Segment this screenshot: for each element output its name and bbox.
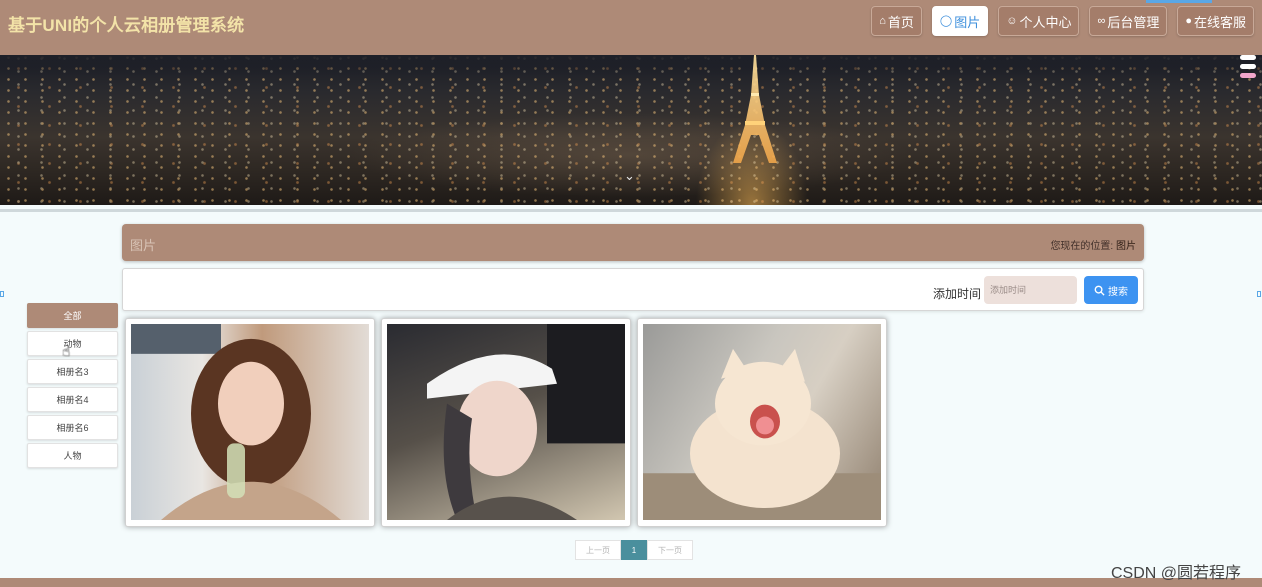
search-label: 添加时间 xyxy=(933,287,982,301)
cat-illustration xyxy=(643,348,881,520)
prev-page-button[interactable]: 上一页 xyxy=(575,540,621,560)
album-sidebar: 全部 动物 相册名3 相册名4 相册名6 人物 xyxy=(27,303,118,468)
section-title: 图片 xyxy=(130,238,157,253)
photo-portrait-image xyxy=(131,324,369,520)
search-icon xyxy=(1094,285,1105,296)
breadcrumb-current[interactable]: 图片 xyxy=(1116,241,1136,252)
nav-home-button[interactable]: ⌂ 首页 xyxy=(871,6,922,36)
carousel-dot-2[interactable] xyxy=(1240,64,1256,69)
section-header: 图片 您现在的位置: 图片 xyxy=(122,224,1144,261)
carousel-dot-1[interactable] xyxy=(1240,55,1256,60)
cap-girl-illustration xyxy=(427,324,625,520)
nav-admin-label: 后台管理 xyxy=(1107,14,1160,30)
pagination: 上一页 1 下一页 xyxy=(575,540,693,560)
hand-cursor-icon: ☝ xyxy=(62,343,71,359)
chevron-down-icon[interactable]: ⌄ xyxy=(624,168,635,184)
sidebar-item-people[interactable]: 人物 xyxy=(27,443,118,468)
right-resize-handle xyxy=(1257,291,1261,297)
sidebar-item-animals[interactable]: 动物 xyxy=(27,331,118,356)
main-nav: ⌂ 首页 ◯ 图片 ☺ 个人中心 ∞ 后台管理 ● 在线客服 xyxy=(871,6,1254,36)
banner-carousel[interactable]: ⌄ xyxy=(0,55,1262,205)
page-1-button[interactable]: 1 xyxy=(621,540,647,560)
sidebar-item-all[interactable]: 全部 xyxy=(27,303,118,328)
search-panel: 添加时间 搜索 xyxy=(122,268,1144,311)
footer-strip xyxy=(0,578,1262,587)
portrait-illustration xyxy=(131,324,341,520)
banner-divider xyxy=(0,209,1262,212)
top-header: 基于UNI的个人云相册管理系统 ⌂ 首页 ◯ 图片 ☺ 个人中心 ∞ 后台管理 … xyxy=(0,0,1262,55)
user-icon: ☺ xyxy=(1006,14,1018,27)
photo-cap-girl-image xyxy=(387,324,625,520)
sidebar-item-album4[interactable]: 相册名4 xyxy=(27,387,118,412)
nav-home-label: 首页 xyxy=(887,14,914,30)
search-button-label: 搜索 xyxy=(1108,286,1128,298)
photo-card[interactable] xyxy=(381,318,631,527)
site-title: 基于UNI的个人云相册管理系统 xyxy=(8,16,245,35)
link-icon: ∞ xyxy=(1097,14,1106,27)
photo-gallery xyxy=(125,318,887,527)
nav-images-button[interactable]: ◯ 图片 xyxy=(931,6,989,36)
next-page-button[interactable]: 下一页 xyxy=(647,540,693,560)
breadcrumb-prefix: 您现在的位置: xyxy=(1050,241,1114,252)
sidebar-item-album6[interactable]: 相册名6 xyxy=(27,415,118,440)
nav-images-label: 图片 xyxy=(954,14,981,30)
banner-sky xyxy=(0,55,1262,77)
nav-profile-button[interactable]: ☺ 个人中心 xyxy=(998,6,1080,36)
eiffel-tower-image xyxy=(733,55,777,163)
breadcrumb: 您现在的位置: 图片 xyxy=(1050,237,1136,252)
nav-support-label: 在线客服 xyxy=(1193,14,1246,30)
home-icon: ⌂ xyxy=(879,14,886,27)
left-resize-handle xyxy=(0,291,4,297)
search-button[interactable]: 搜索 xyxy=(1084,276,1138,304)
image-icon: ◯ xyxy=(939,14,953,27)
watermark-text: CSDN @圆若程序 xyxy=(1111,565,1242,582)
add-time-input[interactable] xyxy=(984,276,1077,304)
photo-card[interactable] xyxy=(125,318,375,527)
carousel-dots xyxy=(1240,55,1256,78)
photo-cat-image xyxy=(643,324,881,520)
sidebar-item-album3[interactable]: 相册名3 xyxy=(27,359,118,384)
nav-profile-label: 个人中心 xyxy=(1019,14,1072,30)
chat-icon: ● xyxy=(1185,14,1192,27)
nav-support-button[interactable]: ● 在线客服 xyxy=(1177,6,1254,36)
carousel-dot-3[interactable] xyxy=(1240,73,1256,78)
photo-card[interactable] xyxy=(637,318,887,527)
top-strip xyxy=(1146,0,1212,3)
nav-admin-button[interactable]: ∞ 后台管理 xyxy=(1089,6,1168,36)
